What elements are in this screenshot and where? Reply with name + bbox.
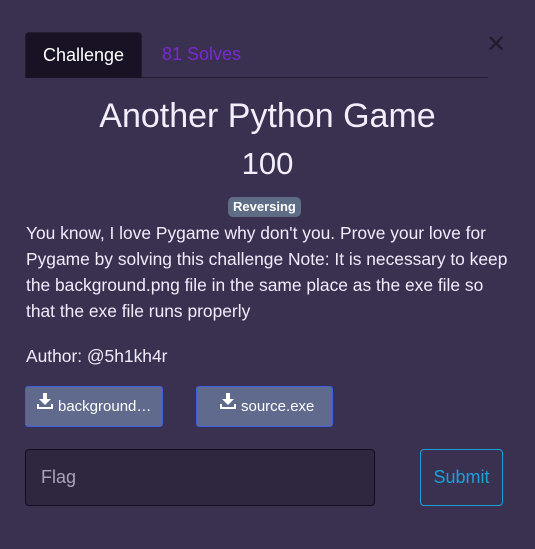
tab-solves[interactable]: 81 Solves	[160, 32, 243, 77]
download-icon	[219, 387, 237, 425]
flag-input[interactable]	[25, 449, 375, 506]
challenge-tabs: Challenge 81 Solves	[25, 32, 488, 78]
file-download-source[interactable]: source.exe	[196, 386, 333, 427]
close-icon: ✕	[485, 31, 507, 58]
tab-challenge[interactable]: Challenge	[25, 32, 142, 78]
file-label: background.png	[58, 397, 153, 415]
challenge-modal: Challenge 81 Solves ✕ Another Python Gam…	[0, 0, 535, 549]
challenge-points: 100	[241, 146, 294, 181]
category-tag: Reversing	[228, 197, 301, 217]
challenge-author: Author: @5h1kh4r	[26, 346, 168, 366]
submit-button[interactable]: Submit	[420, 449, 503, 506]
challenge-title: Another Python Game	[99, 97, 436, 135]
close-button[interactable]: ✕	[485, 33, 507, 57]
challenge-description: You know, I love Pygame why don't you. P…	[26, 223, 508, 321]
download-icon	[36, 387, 54, 425]
file-label: source.exe	[241, 397, 315, 415]
file-download-background[interactable]: background.png	[25, 386, 163, 427]
